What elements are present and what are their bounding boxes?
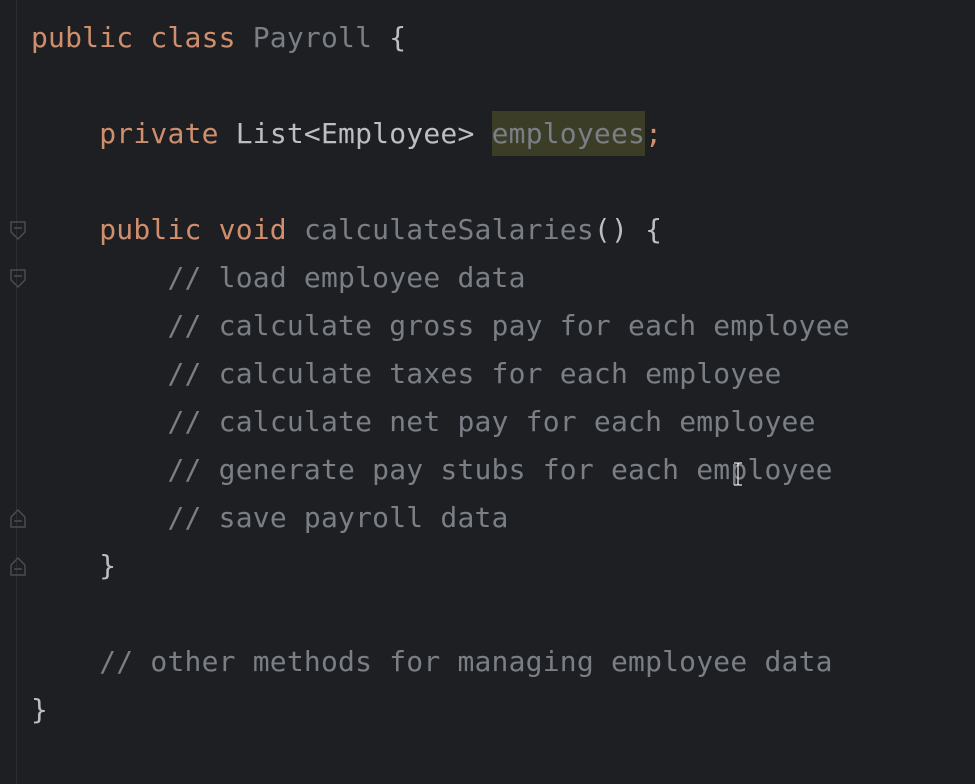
text-cursor-icon: [733, 462, 743, 486]
code-line[interactable]: [31, 62, 850, 110]
code-token: Payroll: [252, 21, 373, 54]
code-line[interactable]: }: [31, 686, 850, 734]
code-line[interactable]: private List<Employee> employees;: [31, 110, 850, 158]
code-line[interactable]: }: [31, 542, 850, 590]
code-keyword: public void: [99, 213, 304, 246]
code-line[interactable]: // generate pay stubs for each employee: [31, 446, 850, 494]
code-comment: // load employee data: [167, 261, 526, 294]
fold-end-marker-icon[interactable]: [9, 555, 27, 577]
code-token: List<Employee>: [235, 117, 492, 150]
code-editor[interactable]: public class Payroll { private List<Empl…: [0, 0, 975, 784]
code-keyword: ;: [645, 117, 663, 150]
code-line[interactable]: // other methods for managing employee d…: [31, 638, 850, 686]
code-token: }: [31, 693, 49, 726]
code-line[interactable]: // load employee data: [31, 254, 850, 302]
code-line[interactable]: public void calculateSalaries() {: [31, 206, 850, 254]
code-token: calculateSalaries: [303, 213, 594, 246]
code-token: () {: [593, 213, 663, 246]
fold-end-marker-icon[interactable]: [9, 507, 27, 529]
code-token: employees: [491, 117, 646, 150]
code-keyword: private: [99, 117, 236, 150]
code-token: {: [372, 21, 407, 54]
code-line[interactable]: // calculate net pay for each employee: [31, 398, 850, 446]
fold-marker-icon[interactable]: [9, 268, 27, 290]
code-line[interactable]: // save payroll data: [31, 494, 850, 542]
code-line[interactable]: // calculate taxes for each employee: [31, 350, 850, 398]
code-line[interactable]: [31, 590, 850, 638]
code-comment: // save payroll data: [167, 501, 509, 534]
code-keyword: public class: [31, 21, 253, 54]
gutter: [16, 0, 17, 784]
code-comment: // calculate gross pay for each employee: [167, 309, 850, 342]
fold-marker-icon[interactable]: [9, 220, 27, 242]
code-comment: // other methods for managing employee d…: [99, 645, 833, 678]
code-line[interactable]: [31, 158, 850, 206]
code-token: }: [99, 549, 117, 582]
code-comment: // calculate taxes for each employee: [167, 357, 782, 390]
code-line[interactable]: // calculate gross pay for each employee: [31, 302, 850, 350]
code-content[interactable]: public class Payroll { private List<Empl…: [31, 14, 850, 734]
code-line[interactable]: public class Payroll {: [31, 14, 850, 62]
code-comment: // calculate net pay for each employee: [167, 405, 816, 438]
